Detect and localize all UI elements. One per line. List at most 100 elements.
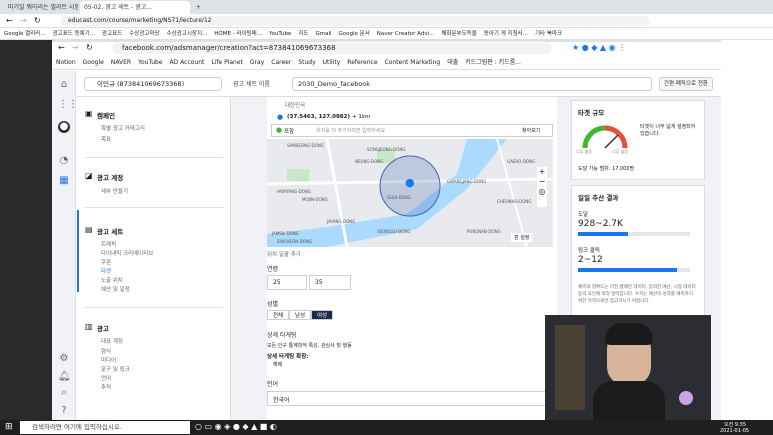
bookmark[interactable]: 수상광고마당 (129, 28, 159, 39)
extension-icons[interactable]: ★ ● ◆ ▲ ◉ ⋮ (572, 43, 626, 52)
bookmark[interactable]: 동아기 게 지침사... (484, 28, 528, 39)
map-label: NEUNG-DONG (355, 159, 384, 164)
nav-item[interactable]: 목표 (101, 135, 111, 143)
bookmark[interactable]: 카드그림판 : 키드룸... (465, 56, 521, 69)
adset-name-input[interactable]: 2030_Demo_facebook (292, 77, 652, 91)
bookmark[interactable]: Gray (250, 56, 264, 69)
nav-item[interactable]: 다이내믹 크리에이티브 (101, 249, 153, 257)
nav-item[interactable]: 특별 광고 카테고리 (101, 124, 145, 132)
back-icon[interactable]: ← (58, 43, 65, 52)
bookmark[interactable]: Gmail (315, 28, 331, 39)
age-min-select[interactable]: 25 (267, 275, 307, 290)
bell-icon[interactable]: 🔔︎ (58, 371, 71, 383)
location-map[interactable]: ● NEUNG-DONG HWAYANG-DONG MOJIN-DONG GUU… (267, 139, 553, 247)
bookmark[interactable]: Google 문서 (339, 28, 370, 39)
outer-tab-2[interactable]: 05-02. 광고 세트 - 광고... (80, 1, 190, 14)
search-icon[interactable]: ⌕ (58, 387, 70, 399)
locate-icon[interactable]: ◎ (539, 187, 546, 196)
forward-icon[interactable]: → (72, 43, 79, 52)
account-selector[interactable]: 이민규 (873841069673368) (84, 77, 222, 91)
new-tab-button[interactable]: + (192, 1, 206, 14)
bookmark[interactable]: Utility (323, 56, 341, 69)
nav-item[interactable]: 대표 계정 (101, 337, 123, 345)
radius-select[interactable]: + 1km (352, 114, 370, 120)
bookmark[interactable]: YouTube (138, 56, 162, 69)
browse-button[interactable]: 찾아보기 (522, 127, 540, 134)
bookmark[interactable]: 대출 (447, 56, 458, 69)
taskbar-search[interactable]: 검색하려면 여기에 입력하십시오. (20, 421, 190, 434)
gender-male[interactable]: 남성 (289, 310, 311, 320)
help-icon[interactable]: ? (58, 405, 70, 417)
zoom-in-icon[interactable]: + (539, 167, 546, 176)
reach-bar (578, 232, 690, 236)
nav-ad[interactable]: 광고 (97, 323, 109, 333)
nav-ad-account[interactable]: 광고 계정 (97, 172, 123, 182)
menu-grid-icon[interactable]: ⋮⋮ (58, 99, 78, 111)
bookshelf (555, 325, 585, 410)
pin-settings-button[interactable]: 핀 설정 (511, 233, 533, 242)
bookmark[interactable]: Career (271, 56, 291, 69)
bookmark[interactable]: Notion (56, 56, 76, 69)
bookmark[interactable]: HOME - 라이팅매... (214, 28, 262, 39)
avatar[interactable]: ● (58, 121, 70, 133)
dashboard-icon[interactable]: ◔ (58, 155, 70, 167)
bookmark[interactable]: Content Marketing (385, 56, 441, 69)
nav-item[interactable]: 트래픽 (101, 240, 116, 248)
nav-item-active[interactable]: 타겟 (101, 267, 111, 275)
bookmark[interactable]: AD Account (170, 56, 205, 69)
bookmark[interactable]: 광고표드 등록기... (53, 28, 95, 39)
bookmark[interactable]: Reference (347, 56, 377, 69)
gender-all[interactable]: 전체 (267, 310, 289, 320)
nav-item[interactable]: 예산 및 일정 (101, 285, 130, 293)
reload-icon[interactable]: ↻ (86, 43, 93, 52)
nav-item[interactable]: 쿠폰 (101, 258, 111, 266)
windows-start-icon[interactable]: ⊞ (5, 422, 13, 432)
bookmark[interactable]: 수상광고시장지... (167, 28, 208, 39)
bookmark[interactable]: YouTube (269, 28, 291, 39)
taskbar-app-icons[interactable]: ○ ▭ ◉ ◈ ● ◆ ▲ ■ ◐ (195, 422, 277, 431)
inner-url-input[interactable]: facebook.com/adsmanager/creation?act=873… (112, 43, 552, 54)
nav-campaign[interactable]: 캠페인 (97, 110, 115, 120)
back-icon[interactable]: ← (6, 16, 13, 25)
nav-item[interactable]: 노출 위치 (101, 276, 123, 284)
bookmark[interactable]: Study (298, 56, 315, 69)
language-input[interactable]: 한국어 (267, 391, 553, 406)
nav-item[interactable]: 세부 만들기 (101, 187, 128, 195)
map-label: CHEONHO-DONG (497, 199, 532, 204)
bookmark[interactable]: Google (83, 56, 104, 69)
zoom-out-icon[interactable]: − (539, 177, 546, 186)
add-bulk-link[interactable]: 위치 일괄 추가 (267, 250, 301, 258)
bookmark[interactable]: 기타 북마크 (535, 28, 562, 39)
home-icon[interactable]: ⌂ (58, 79, 70, 91)
forward-icon[interactable]: → (20, 16, 27, 25)
bookmark[interactable]: Life Planet (211, 56, 243, 69)
bookmark[interactable]: NAVER (111, 56, 131, 69)
age-max-select[interactable]: 35 (309, 275, 351, 290)
nav-item[interactable]: 형식 (101, 347, 111, 355)
estimates-title: 일일 추산 결과 (578, 194, 619, 202)
reload-icon[interactable]: ↻ (34, 16, 41, 25)
nav-item[interactable]: 미디어 (101, 356, 116, 364)
nav-item[interactable]: 추적 (101, 383, 111, 391)
switch-mode-button[interactable]: 간편 폐작으로 전환 (659, 77, 713, 91)
nav-adset[interactable]: 광고 세트 (97, 226, 123, 236)
pin-coords[interactable]: (37.5463, 127.0982) (287, 114, 350, 120)
location-search-input[interactable]: 위치를 더 추가하려면 입력하세요 (316, 127, 385, 134)
gender-label: 성별 (267, 301, 279, 308)
gender-female[interactable]: 여성 (311, 310, 333, 320)
settings-icon[interactable]: ⚙ (58, 353, 70, 365)
bookmark[interactable]: Naver Creator Advi... (377, 28, 435, 39)
bookmark[interactable]: Google 열리러... (4, 28, 46, 39)
map-label: SAMSEONG-DONG (287, 143, 324, 148)
outer-tab-1[interactable]: 마기일 뭐아리는 필리트 시험 ... (4, 1, 78, 14)
include-select[interactable]: 포함 (284, 127, 294, 135)
nav-item[interactable]: 언어 (101, 374, 111, 382)
map-label: GAERO-DONG (507, 159, 536, 164)
table-icon[interactable]: ▦ (58, 175, 70, 187)
bookmark[interactable]: 해화문부도득을 (441, 28, 476, 39)
bookmark[interactable]: 광고표드 (102, 28, 122, 39)
nav-item[interactable]: 문구 및 링크 (101, 365, 130, 373)
outer-url-input[interactable]: educast.com/course/marketing/NS71/lectur… (60, 16, 650, 26)
detailed-expand-value[interactable]: 해제 (273, 361, 282, 368)
bookmark[interactable]: 지도 (298, 28, 308, 39)
